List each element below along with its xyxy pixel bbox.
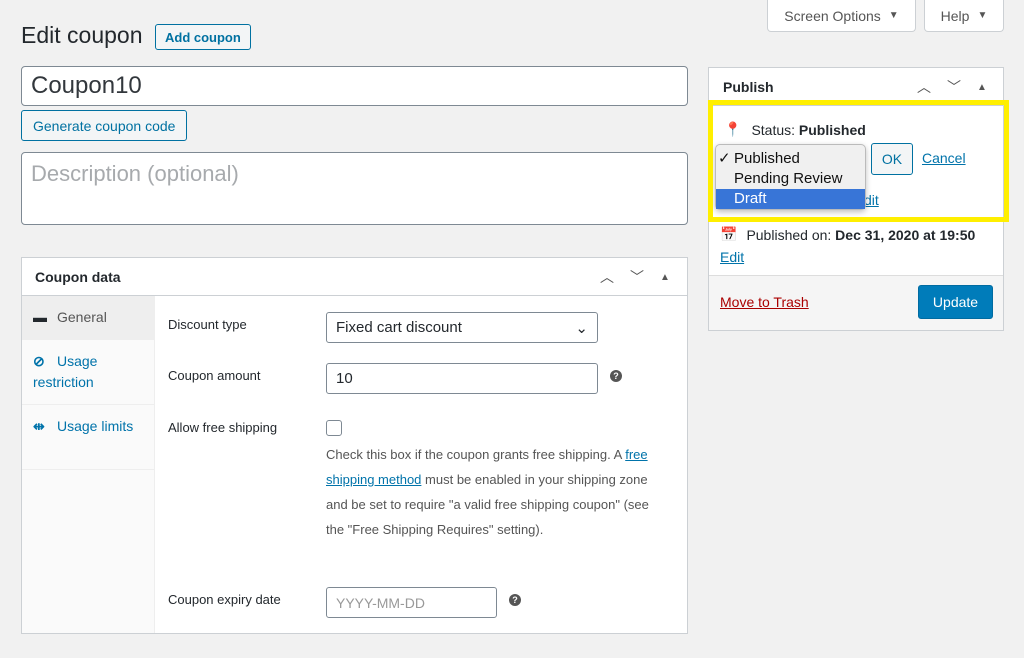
help-tab[interactable]: Help ▼ bbox=[924, 0, 1004, 32]
tab-label: General bbox=[57, 309, 107, 325]
ticket-icon: ▬ bbox=[33, 309, 47, 325]
coupon-data-title: Coupon data bbox=[22, 258, 687, 296]
chevron-down-icon: ⌄ bbox=[575, 319, 588, 337]
arrows-icon: ⇹ bbox=[33, 418, 45, 434]
move-down-icon[interactable]: ﹀ bbox=[630, 267, 644, 287]
tab-label: Usage limits bbox=[57, 418, 134, 434]
expiry-date-label: Coupon expiry date bbox=[168, 592, 281, 607]
generate-coupon-code-button[interactable]: Generate coupon code bbox=[21, 110, 188, 141]
move-up-icon[interactable]: ︿ bbox=[600, 267, 614, 287]
screen-options-tab[interactable]: Screen Options ▼ bbox=[767, 0, 916, 32]
move-to-trash-link[interactable]: Move to Trash bbox=[720, 294, 809, 310]
edit-date-link[interactable]: Edit bbox=[720, 249, 744, 265]
calendar-icon: 📅 bbox=[720, 226, 738, 242]
box-controls: ︿ ﹀ ▲ bbox=[600, 258, 670, 296]
coupon-amount-label: Coupon amount bbox=[168, 368, 261, 383]
coupon-data-tabs: ▬ General ⊘ Usage restriction ⇹ Usage limit… bbox=[22, 296, 155, 633]
add-coupon-button[interactable]: Add coupon bbox=[155, 24, 251, 50]
help-label: Help bbox=[940, 7, 970, 24]
screen-options-label: Screen Options bbox=[784, 7, 881, 24]
caret-down-icon: ▼ bbox=[888, 10, 899, 21]
published-on-label: Published on: bbox=[746, 226, 832, 243]
highlight-annotation bbox=[708, 100, 1009, 222]
free-shipping-description: Check this box if the coupon grants free… bbox=[326, 442, 666, 542]
caret-down-icon: ▼ bbox=[977, 10, 988, 21]
discount-type-label: Discount type bbox=[168, 317, 247, 332]
block-icon: ⊘ bbox=[33, 353, 45, 369]
coupon-code-input[interactable]: Coupon10 bbox=[21, 66, 688, 106]
published-on-row: 📅 Published on: Dec 31, 2020 at 19:50 bbox=[720, 226, 975, 243]
discount-type-value: Fixed cart discount bbox=[336, 319, 462, 336]
description-textarea[interactable]: Description (optional) bbox=[21, 152, 688, 225]
toggle-panel-icon[interactable]: ▲ bbox=[660, 272, 670, 283]
coupon-amount-input[interactable]: 10 bbox=[326, 363, 598, 394]
tab-general[interactable]: ▬ General bbox=[22, 296, 155, 340]
move-down-icon[interactable]: ﹀ bbox=[947, 77, 961, 97]
desc-part-1: Check this box if the coupon grants free… bbox=[326, 447, 622, 462]
coupon-data-box: Coupon data ︿ ﹀ ▲ ▬ General ⊘ Usage restri… bbox=[21, 257, 688, 634]
free-shipping-label: Allow free shipping bbox=[168, 420, 278, 435]
help-tip-icon[interactable]: ? bbox=[610, 370, 622, 382]
toggle-panel-icon[interactable]: ▲ bbox=[977, 82, 987, 93]
expiry-date-input[interactable]: YYYY-MM-DD bbox=[326, 587, 497, 618]
published-on-value: Dec 31, 2020 at 19:50 bbox=[835, 226, 976, 243]
page-title: Edit coupon bbox=[21, 22, 143, 48]
update-button[interactable]: Update bbox=[918, 285, 993, 319]
tab-usage-restriction[interactable]: ⊘ Usage restriction bbox=[22, 340, 155, 405]
help-tip-icon[interactable]: ? bbox=[509, 594, 521, 606]
move-up-icon[interactable]: ︿ bbox=[917, 77, 931, 97]
tab-usage-limits[interactable]: ⇹ Usage limits bbox=[22, 405, 155, 470]
free-shipping-checkbox[interactable] bbox=[326, 420, 342, 436]
discount-type-select[interactable]: Fixed cart discount ⌄ bbox=[326, 312, 598, 343]
